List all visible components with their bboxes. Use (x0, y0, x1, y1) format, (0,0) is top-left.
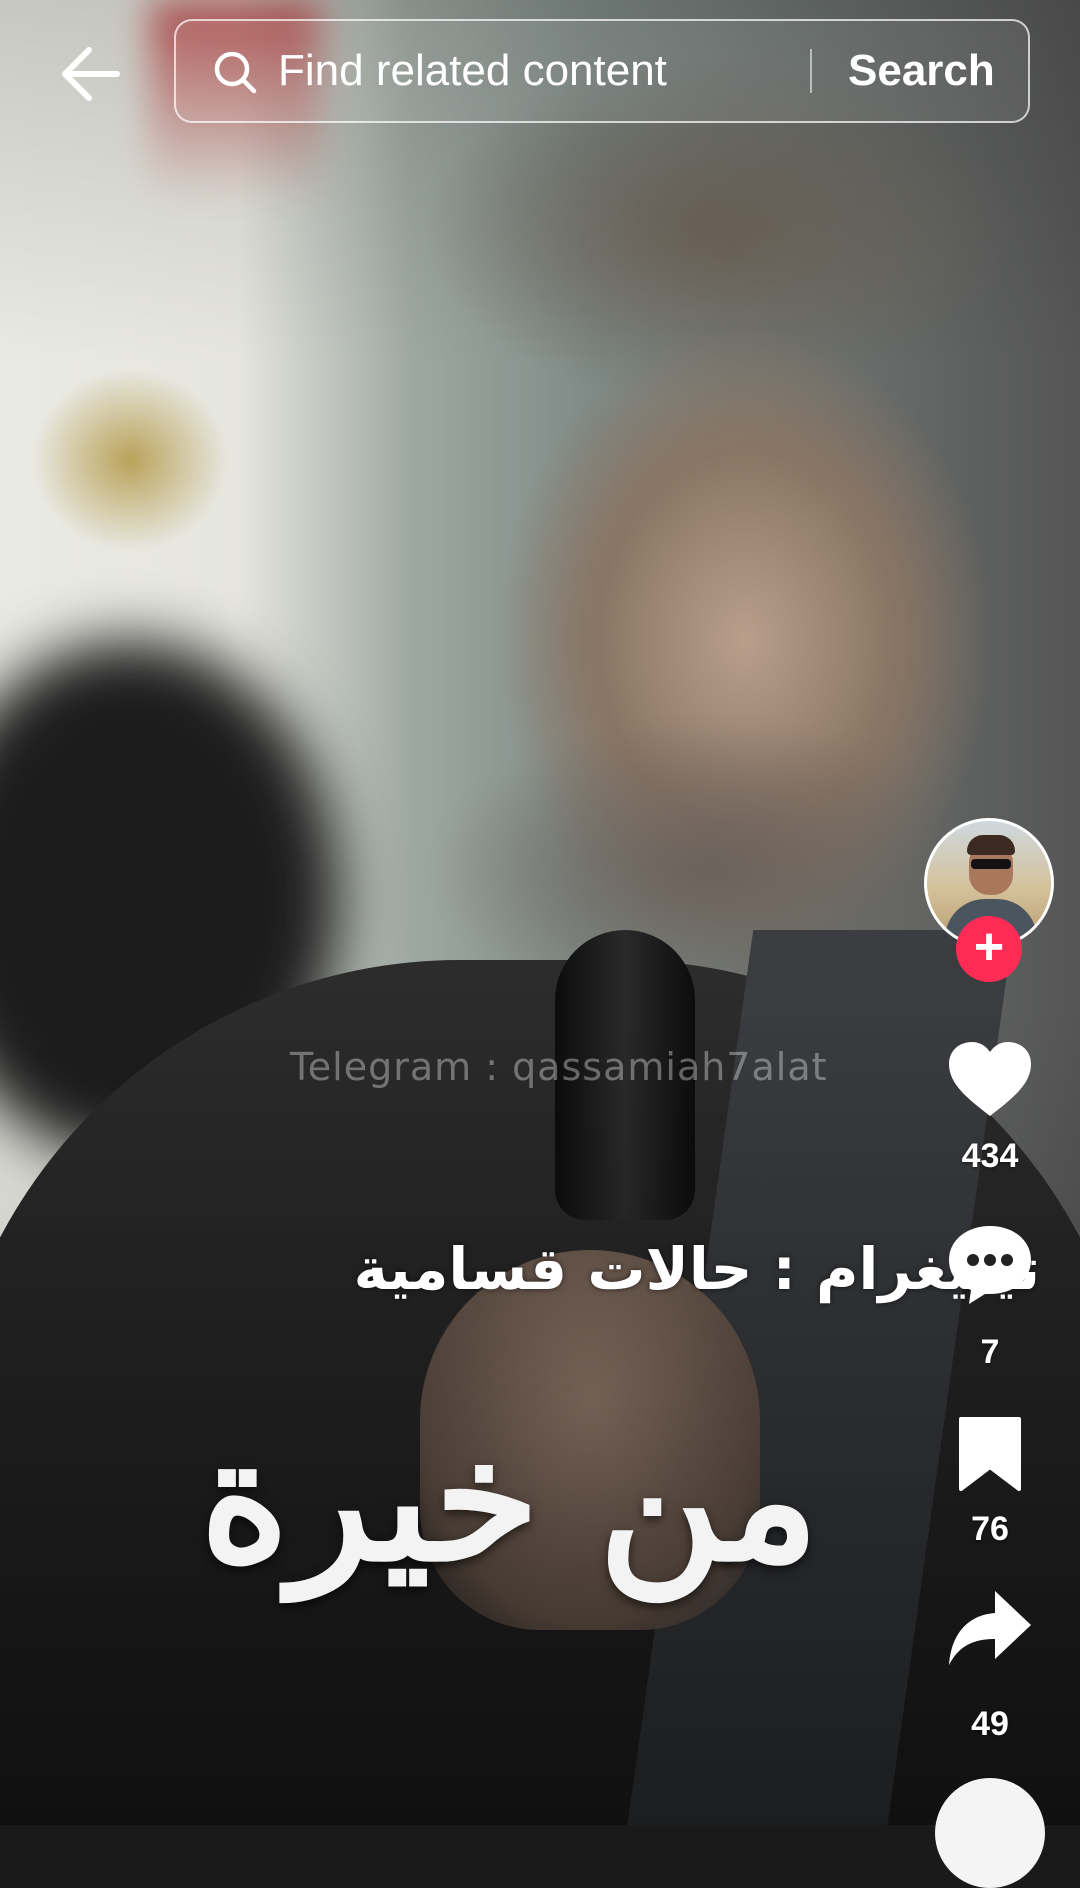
video-frame[interactable]: Telegram : qassamiah7alat تيليغرام : حال… (0, 0, 1080, 1825)
avatar-hair (967, 835, 1015, 855)
back-button[interactable] (55, 42, 125, 106)
share-icon (949, 1591, 1031, 1665)
like-count: 434 (961, 1137, 1019, 1175)
search-divider (810, 49, 812, 93)
video-caption-big: من خيرة (200, 1400, 819, 1600)
avatar-glasses (971, 859, 1011, 869)
heart-icon (949, 1042, 1031, 1116)
video-watermark: Telegram : qassamiah7alat (290, 1045, 828, 1089)
comment-button[interactable] (930, 1222, 1050, 1311)
back-arrow-icon (62, 47, 120, 101)
search-icon (214, 51, 257, 94)
share-count: 49 (971, 1705, 1009, 1743)
follow-button[interactable]: + (956, 916, 1022, 982)
save-count: 76 (971, 1510, 1009, 1548)
save-button[interactable] (930, 1415, 1050, 1496)
share-button[interactable] (930, 1585, 1050, 1676)
like-button[interactable] (930, 1040, 1050, 1123)
search-button[interactable]: Search (848, 43, 995, 99)
more-button[interactable] (935, 1778, 1045, 1888)
search-bar[interactable]: Find related content Search (174, 19, 1030, 123)
comment-count: 7 (980, 1333, 1000, 1371)
comment-icon (949, 1226, 1031, 1304)
bookmark-icon (959, 1417, 1021, 1491)
plus-icon: + (973, 918, 1005, 976)
